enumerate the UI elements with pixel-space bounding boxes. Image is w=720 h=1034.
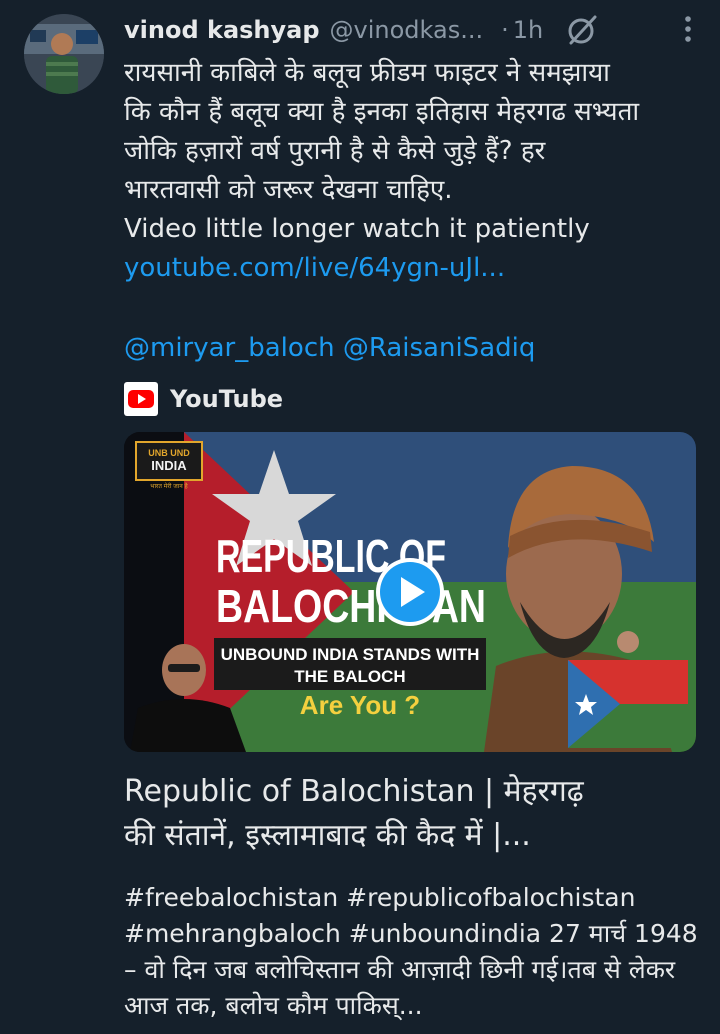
card-description-line: #mehrangbaloch #unboundindia 27 मार्च 19… (124, 919, 698, 948)
channel-logo-top: UNB UND (148, 448, 190, 458)
youtube-logo-icon (124, 382, 158, 416)
tweet-line: कि कौन हैं बलूच क्या है इनका इतिहास मेहर… (124, 97, 640, 127)
timestamp[interactable]: 1h (513, 16, 543, 44)
author-name[interactable]: vinod kashyap (124, 16, 320, 44)
card-description-line: आज तक, बलोच कौम पाकिस्... (124, 991, 423, 1020)
channel-logo-main: INDIA (151, 458, 187, 473)
more-icon[interactable] (682, 14, 694, 44)
tweet-header: vinod kashyap @vinodkas... · 1h (124, 12, 700, 48)
video-thumbnail[interactable]: UNB UND INDIA भारत मेरी जान है REPUBLIC … (124, 432, 696, 752)
avatar[interactable] (24, 14, 104, 94)
card-source-name: YouTube (170, 385, 284, 413)
tweet-mentions[interactable]: @miryar_baloch @RaisaniSadiq (124, 330, 535, 366)
tweet-line: रायसानी काबिले के बलूच फ्रीडम फाइटर ने स… (124, 58, 610, 88)
separator-dot: · (501, 16, 509, 44)
thumbnail-headline-2: BALOCHISTAN (216, 580, 486, 632)
tweet-line: भारतवासी को जरूर देखना चाहिए. (124, 175, 453, 205)
card-description-line: #freebalochistan #republicofbalochistan (124, 883, 636, 912)
author-handle[interactable]: @vinodkas... (330, 16, 484, 44)
card-description-line: – वो दिन जब बलोचिस्तान की आज़ादी छिनी गई… (124, 955, 676, 984)
card-title[interactable]: Republic of Balochistan | मेहरगढ़ की संत… (124, 770, 704, 858)
card-title-line: की संतानें, इस्लामाबाद की कैद में |... (124, 818, 531, 853)
card-source: YouTube (124, 380, 283, 418)
channel-logo-sub: भारत मेरी जान है (150, 482, 188, 490)
thumbnail-question: Are You ? (300, 690, 420, 720)
thumbnail-banner-1: UNBOUND INDIA STANDS WITH (221, 645, 480, 664)
grok-icon[interactable] (565, 13, 599, 47)
card-description[interactable]: #freebalochistan #republicofbalochistan … (124, 880, 704, 1024)
tweet-link[interactable]: youtube.com/live/64ygn-uJl... (124, 249, 704, 288)
tweet-line: Video little longer watch it patiently (124, 214, 590, 244)
thumbnail-banner-2: THE BALOCH (294, 667, 405, 686)
tweet-line: जोकि हज़ारों वर्ष पुरानी है से कैसे जुड़… (124, 136, 546, 166)
tweet-text: रायसानी काबिले के बलूच फ्रीडम फाइटर ने स… (124, 54, 704, 288)
card-title-line: Republic of Balochistan | मेहरगढ़ (124, 774, 584, 809)
